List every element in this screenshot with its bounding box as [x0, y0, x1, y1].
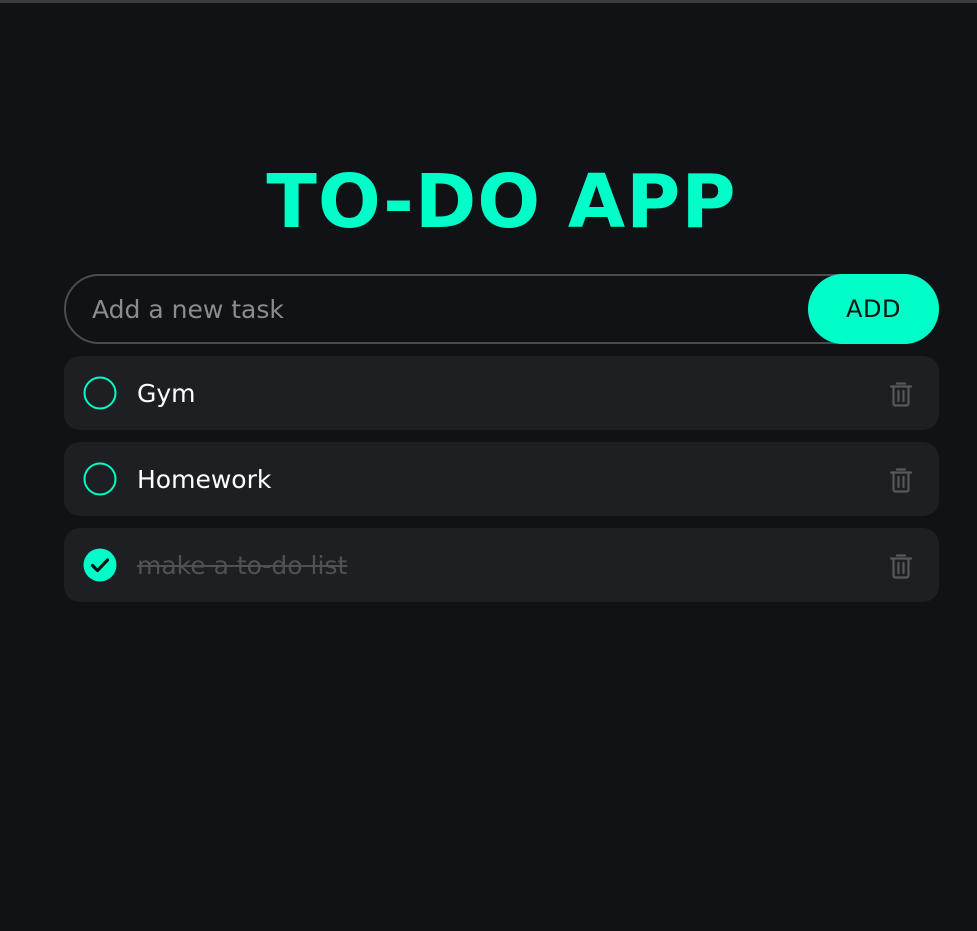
window-top-border	[0, 0, 977, 3]
circle-outline-icon[interactable]	[83, 462, 117, 496]
new-task-form: ADD	[64, 274, 939, 344]
trash-icon[interactable]	[889, 381, 913, 407]
task-item: make a to-do list	[64, 528, 939, 602]
trash-icon[interactable]	[889, 553, 913, 579]
trash-icon[interactable]	[889, 467, 913, 493]
task-item: Homework	[64, 442, 939, 516]
task-text: Gym	[137, 379, 196, 408]
add-task-button[interactable]: ADD	[808, 274, 939, 344]
page-title: TO-DO APP	[266, 159, 737, 245]
circle-outline-icon[interactable]	[83, 376, 117, 410]
task-item: Gym	[64, 356, 939, 430]
task-text: make a to-do list	[137, 551, 348, 580]
task-list: Gym Homework make a to-do list	[64, 356, 939, 614]
check-circle-icon[interactable]	[83, 548, 117, 582]
task-text: Homework	[137, 465, 272, 494]
